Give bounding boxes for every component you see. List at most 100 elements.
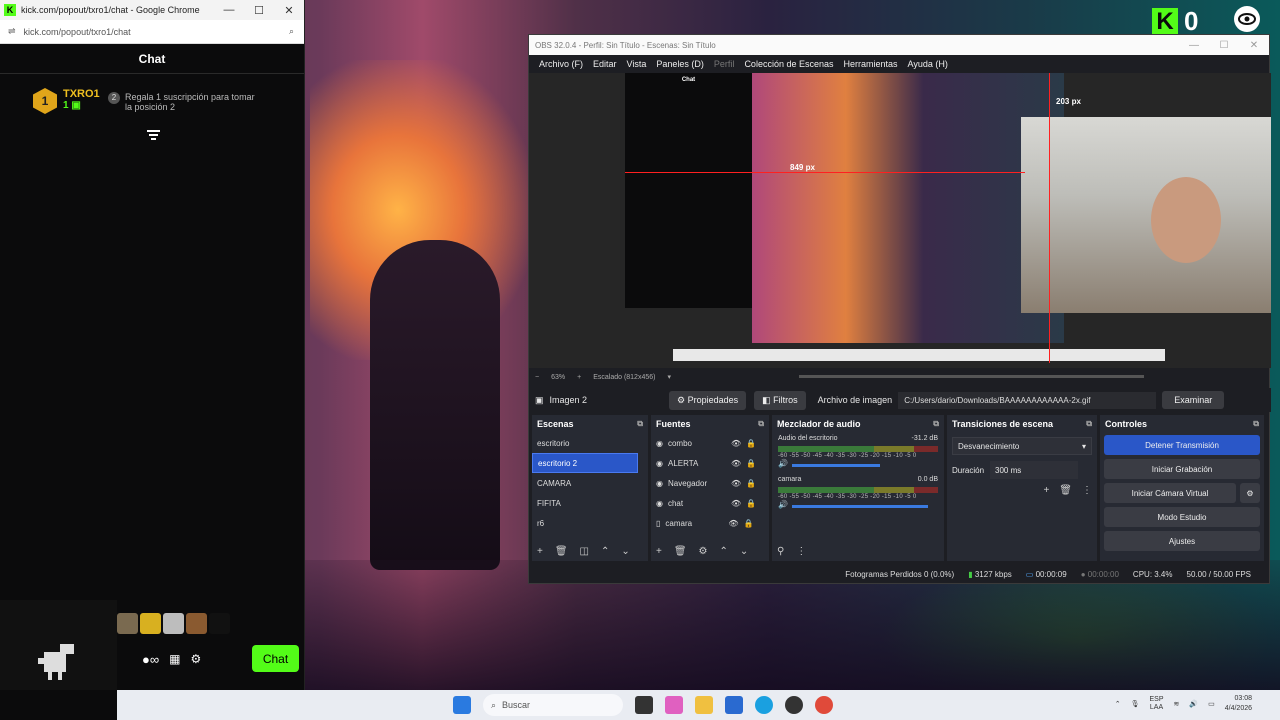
preview-scrollbar[interactable] [799, 375, 1144, 378]
language-indicator[interactable]: ESP LAA [1150, 696, 1164, 712]
preview-scene-image[interactable] [752, 73, 1064, 343]
visibility-eye-icon[interactable]: 👁 [731, 459, 741, 468]
file-explorer-icon[interactable] [695, 696, 713, 714]
properties-button[interactable]: ⚙ Propiedades [669, 390, 747, 410]
scene-item-selected[interactable]: escritorio 2 [532, 453, 638, 473]
studio-mode-button[interactable]: Modo Estudio [1104, 507, 1260, 527]
remove-scene-icon[interactable]: 🗑 [555, 546, 568, 557]
scene-filters-icon[interactable]: ◫ [580, 546, 589, 557]
start-virtual-camera-button[interactable]: Iniciar Cámara Virtual [1104, 483, 1236, 503]
scene-item[interactable]: FIFITA [532, 493, 638, 513]
zoom-icon[interactable]: ⌕ [289, 26, 294, 37]
undock-icon[interactable]: ⧉ [758, 419, 764, 429]
remove-source-icon[interactable]: 🗑 [674, 546, 687, 557]
lock-icon[interactable]: 🔒 [746, 499, 756, 508]
emote-4[interactable] [186, 613, 207, 634]
menu-tools[interactable]: Herramientas [839, 59, 903, 69]
source-item[interactable]: ◉ chat 👁 🔒 [651, 493, 769, 513]
undock-icon[interactable]: ⧉ [1086, 419, 1092, 429]
more-icon[interactable]: ⋮ [1082, 485, 1092, 496]
volume-slider[interactable] [791, 505, 928, 508]
store-icon[interactable]: ▦ [169, 652, 180, 666]
source-item[interactable]: ▯ camara 👁 🔒 [651, 513, 769, 533]
source-item[interactable]: ◉ combo 👁 🔒 [651, 433, 769, 453]
volume-icon[interactable]: 🔊 [1189, 700, 1198, 708]
menu-view[interactable]: Vista [622, 59, 652, 69]
add-transition-icon[interactable]: + [1043, 485, 1049, 496]
obs-preview[interactable]: Chat 849 px 203 px [529, 73, 1271, 368]
maximize-button[interactable]: ☐ [244, 4, 274, 17]
store-icon[interactable] [725, 696, 743, 714]
speaker-icon[interactable]: 🔊 [778, 500, 788, 509]
obs-minimize-button[interactable]: — [1179, 40, 1209, 51]
speaker-icon[interactable]: 🔊 [778, 459, 788, 468]
chrome-icon[interactable] [815, 696, 833, 714]
microphone-icon[interactable]: 🎙 [1131, 700, 1140, 708]
more-icon[interactable]: ⋮ [796, 546, 806, 557]
obs-close-button[interactable]: ✕ [1239, 40, 1269, 51]
undock-icon[interactable]: ⧉ [933, 419, 939, 429]
source-item[interactable]: ◉ ALERTA 👁 🔒 [651, 453, 769, 473]
menu-profile[interactable]: Perfil [709, 59, 740, 69]
duration-spinbox[interactable]: 300 ms [990, 461, 1079, 479]
infinite-icon[interactable]: ●∞ [142, 652, 159, 667]
menu-docks[interactable]: Paneles (D) [651, 59, 709, 69]
clock[interactable]: 03:08 4/4/2026 [1225, 694, 1252, 714]
emote-5[interactable] [209, 613, 230, 634]
move-up-icon[interactable]: ⌃ [720, 546, 728, 557]
scene-item[interactable]: escritorio [532, 433, 638, 453]
chat-send-button[interactable]: Chat [252, 645, 299, 672]
chevron-down-icon[interactable]: ▾ [667, 373, 671, 381]
stop-streaming-button[interactable]: Detener Transmisión [1104, 435, 1260, 455]
emote-1[interactable] [117, 613, 138, 634]
minimize-button[interactable]: — [214, 4, 244, 16]
image-path-field[interactable]: C:/Users/dario/Downloads/BAAAAAAAAAAAA-2… [898, 391, 1157, 409]
chevron-up-icon[interactable]: ⌃ [1115, 700, 1121, 708]
emote-2[interactable] [140, 613, 161, 634]
remove-transition-icon[interactable]: 🗑 [1059, 485, 1072, 496]
move-down-icon[interactable]: ⌄ [621, 546, 629, 557]
scene-item[interactable]: r6 [532, 513, 638, 533]
zoom-out-button[interactable]: − [535, 374, 539, 381]
lock-icon[interactable]: 🔒 [746, 459, 756, 468]
lock-icon[interactable]: 🔒 [744, 519, 754, 528]
menu-scene-collection[interactable]: Colección de Escenas [739, 59, 838, 69]
scaling-mode[interactable]: Escalado (812x456) [593, 374, 655, 381]
site-info-icon[interactable]: ⇌ [8, 26, 16, 37]
menu-file[interactable]: Archivo (F) [534, 59, 588, 69]
lock-icon[interactable]: 🔒 [746, 439, 756, 448]
settings-icon[interactable]: ⚙ [190, 652, 201, 666]
battery-icon[interactable]: ▭ [1208, 700, 1215, 708]
add-scene-icon[interactable]: + [537, 546, 543, 557]
gift-prompt[interactable]: 2 Regala 1 suscripción para tomar la pos… [108, 92, 258, 112]
undock-icon[interactable]: ⧉ [1253, 419, 1259, 429]
scene-item[interactable]: CAMARA [532, 473, 638, 493]
move-up-icon[interactable]: ⌃ [601, 546, 609, 557]
menu-edit[interactable]: Editar [588, 59, 622, 69]
settings-button[interactable]: Ajustes [1104, 531, 1260, 551]
visibility-eye-icon[interactable]: 👁 [731, 479, 741, 488]
leaderboard-top[interactable]: 1 TXRO1 1 ▣ [33, 88, 100, 114]
volume-slider[interactable] [791, 464, 880, 467]
start-icon[interactable] [453, 696, 471, 714]
copilot-icon[interactable] [665, 696, 683, 714]
filters-button[interactable]: ◧ Filtros [754, 390, 806, 410]
task-view-icon[interactable] [635, 696, 653, 714]
preview-chat-source[interactable]: Chat [625, 73, 752, 308]
obs-icon[interactable] [785, 696, 803, 714]
add-source-icon[interactable]: + [656, 546, 662, 557]
filter-icon[interactable] [147, 128, 160, 141]
search-box[interactable]: ⌕ Buscar [483, 694, 623, 716]
move-down-icon[interactable]: ⌄ [740, 546, 748, 557]
menu-help[interactable]: Ayuda (H) [903, 59, 953, 69]
address-bar[interactable]: ⇌ kick.com/popout/txro1/chat ⌕ [0, 20, 304, 44]
link-icon[interactable]: ⚲ [777, 546, 784, 557]
undock-icon[interactable]: ⧉ [637, 419, 643, 429]
transition-select[interactable]: Desvanecimiento ▾ [952, 437, 1092, 455]
start-recording-button[interactable]: Iniciar Grabación [1104, 459, 1260, 479]
edge-icon[interactable] [755, 696, 773, 714]
close-button[interactable]: ✕ [274, 4, 304, 17]
preview-camera-source[interactable] [1021, 117, 1271, 313]
visibility-eye-icon[interactable]: 👁 [731, 499, 741, 508]
obs-maximize-button[interactable]: ☐ [1209, 40, 1239, 51]
